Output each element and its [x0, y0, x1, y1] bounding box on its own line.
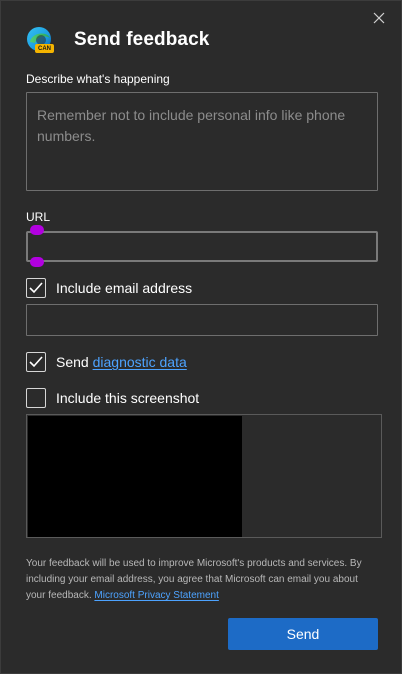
- describe-placeholder: Remember not to include personal info li…: [37, 107, 346, 144]
- include-screenshot-label[interactable]: Include this screenshot: [56, 390, 199, 406]
- logo-badge: CAN: [38, 45, 51, 52]
- describe-label: Describe what's happening: [26, 72, 170, 86]
- dialog-title: Send feedback: [74, 29, 210, 50]
- email-input[interactable]: [26, 304, 378, 336]
- privacy-disclaimer: Your feedback will be used to improve Mi…: [26, 556, 376, 604]
- screenshot-thumbnail: [28, 416, 242, 537]
- url-label: URL: [26, 210, 51, 224]
- edge-canary-logo: CAN: [25, 26, 55, 54]
- feedback-dialog: CAN Send feedback Describe what's happen…: [0, 0, 402, 674]
- checkmark-icon: [29, 356, 43, 368]
- include-email-label[interactable]: Include email address: [56, 280, 192, 296]
- selection-handle-top[interactable]: [30, 225, 44, 235]
- close-icon: [373, 12, 385, 24]
- privacy-statement-link[interactable]: Microsoft Privacy Statement: [94, 590, 218, 601]
- diagnostic-data-link[interactable]: diagnostic data: [93, 354, 187, 370]
- send-button[interactable]: Send: [228, 618, 378, 650]
- send-diagnostic-prefix[interactable]: Send: [56, 354, 89, 370]
- include-email-checkbox[interactable]: [26, 278, 46, 298]
- url-input[interactable]: [26, 231, 378, 262]
- include-screenshot-checkbox[interactable]: [26, 388, 46, 408]
- screenshot-preview: [26, 414, 382, 538]
- send-diagnostic-label: Send diagnostic data: [56, 354, 187, 370]
- selection-handle-bottom[interactable]: [30, 257, 44, 267]
- close-button[interactable]: [367, 7, 391, 29]
- checkmark-icon: [29, 282, 43, 294]
- send-diagnostic-checkbox[interactable]: [26, 352, 46, 372]
- describe-textarea[interactable]: Remember not to include personal info li…: [26, 92, 378, 191]
